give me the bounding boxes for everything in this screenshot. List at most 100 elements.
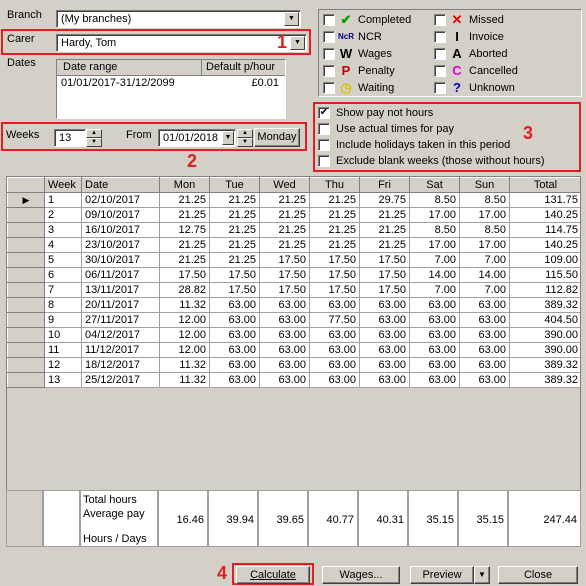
table-cell[interactable]: 63.00 [259, 312, 310, 328]
include-holidays-checkbox[interactable] [318, 139, 330, 151]
row-indicator[interactable] [7, 237, 45, 253]
status-waiting[interactable]: ◷ Waiting [323, 79, 394, 96]
table-cell[interactable]: 30/10/2017 [81, 252, 160, 268]
table-cell[interactable]: 17.50 [359, 267, 410, 283]
column-header-sun[interactable]: Sun [459, 177, 510, 193]
table-row[interactable]: 12 18/12/2017 11.32 63.00 63.00 63.00 63.00 63.… [7, 357, 580, 373]
table-cell[interactable]: 63.00 [409, 327, 460, 343]
table-cell[interactable]: 9 [44, 312, 82, 328]
table-cell[interactable]: 21.25 [259, 192, 310, 208]
table-cell[interactable]: 21.25 [259, 207, 310, 223]
table-cell[interactable]: 17.50 [159, 267, 210, 283]
branch-select[interactable]: (My branches) ▼ [56, 10, 301, 28]
table-cell[interactable]: 11.32 [159, 297, 210, 313]
carer-select[interactable]: Hardy, Tom ▼ [56, 34, 307, 52]
table-cell[interactable]: 6 [44, 267, 82, 283]
table-cell[interactable]: 7.00 [409, 252, 460, 268]
table-cell[interactable]: 63.00 [459, 297, 510, 313]
table-cell[interactable]: 21.25 [309, 192, 360, 208]
row-indicator[interactable] [7, 222, 45, 238]
table-cell[interactable]: 17.50 [309, 282, 360, 298]
table-cell[interactable]: 8.50 [459, 222, 510, 238]
table-cell[interactable]: 63.00 [309, 327, 360, 343]
column-header-wed[interactable]: Wed [259, 177, 310, 193]
monday-button[interactable]: Monday [254, 128, 300, 147]
status-completed[interactable]: ✔ Completed [323, 11, 411, 28]
table-cell[interactable]: 21.25 [259, 222, 310, 238]
chevron-down-icon[interactable]: ▼ [222, 131, 234, 145]
table-cell[interactable]: 63.00 [459, 357, 510, 373]
current-row-arrow-icon[interactable]: ▶ [7, 192, 45, 208]
table-cell[interactable]: 10 [44, 327, 82, 343]
table-row[interactable]: ▶ 1 02/10/2017 21.25 21.25 21.25 21.25 29.75 8.5… [7, 192, 580, 208]
exclude-blank-checkbox[interactable] [318, 155, 330, 167]
table-cell[interactable]: 8 [44, 297, 82, 313]
table-cell[interactable]: 17.50 [259, 282, 310, 298]
table-cell[interactable]: 63.00 [209, 372, 260, 388]
column-header-mon[interactable]: Mon [159, 177, 210, 193]
option-include-holidays[interactable]: Include holidays taken in this period [318, 137, 510, 153]
table-cell[interactable]: 115.50 [509, 267, 580, 283]
table-cell[interactable]: 63.00 [209, 297, 260, 313]
table-cell[interactable]: 63.00 [359, 297, 410, 313]
status-aborted[interactable]: A Aborted [434, 45, 508, 62]
table-cell[interactable]: 27/11/2017 [81, 312, 160, 328]
table-cell[interactable]: 63.00 [209, 327, 260, 343]
table-cell[interactable]: 7.00 [459, 252, 510, 268]
table-row[interactable]: 10 04/12/2017 12.00 63.00 63.00 63.00 63.00 63.… [7, 327, 580, 343]
table-cell[interactable]: 17.00 [409, 237, 460, 253]
table-cell[interactable]: 63.00 [209, 357, 260, 373]
preview-button[interactable]: Preview [410, 566, 474, 584]
table-cell[interactable]: 63.00 [259, 372, 310, 388]
table-cell[interactable]: 389.32 [509, 297, 580, 313]
table-cell[interactable]: 7.00 [459, 282, 510, 298]
table-cell[interactable]: 12.00 [159, 327, 210, 343]
table-cell[interactable]: 21.25 [309, 237, 360, 253]
invoice-checkbox[interactable] [434, 30, 446, 43]
row-indicator[interactable] [7, 297, 45, 313]
table-cell[interactable]: 63.00 [409, 357, 460, 373]
table-cell[interactable]: 16/10/2017 [81, 222, 160, 238]
table-cell[interactable]: 21.25 [309, 207, 360, 223]
date-range-header[interactable]: Date range [57, 60, 202, 75]
table-cell[interactable]: 63.00 [259, 327, 310, 343]
table-cell[interactable]: 390.00 [509, 327, 580, 343]
table-row[interactable]: 4 23/10/2017 21.25 21.25 21.25 21.25 21.25 17.0… [7, 237, 580, 253]
table-cell[interactable]: 11 [44, 342, 82, 358]
close-button[interactable]: Close [498, 566, 578, 584]
show-pay-checkbox[interactable]: ✔ [318, 107, 330, 119]
spin-up-icon[interactable]: ▲ [237, 129, 253, 138]
table-cell[interactable]: 17.50 [359, 282, 410, 298]
table-cell[interactable]: 21.25 [259, 237, 310, 253]
table-cell[interactable]: 390.00 [509, 342, 580, 358]
status-penalty[interactable]: P Penalty [323, 62, 395, 79]
table-cell[interactable]: 11/12/2017 [81, 342, 160, 358]
option-exclude-blank[interactable]: Exclude blank weeks (those without hours… [318, 153, 545, 169]
table-cell[interactable]: 12.00 [159, 312, 210, 328]
table-cell[interactable]: 04/12/2017 [81, 327, 160, 343]
table-cell[interactable]: 18/12/2017 [81, 357, 160, 373]
status-cancelled[interactable]: C Cancelled [434, 62, 518, 79]
table-row[interactable]: 5 30/10/2017 21.25 21.25 17.50 17.50 17.50 7.00… [7, 252, 580, 268]
table-cell[interactable]: 11.32 [159, 372, 210, 388]
calculate-button[interactable]: Calculate [236, 566, 310, 584]
table-cell[interactable]: 389.32 [509, 372, 580, 388]
table-cell[interactable]: 21.25 [359, 222, 410, 238]
table-cell[interactable]: 14.00 [459, 267, 510, 283]
table-cell[interactable]: 12 [44, 357, 82, 373]
table-cell[interactable]: 20/11/2017 [81, 297, 160, 313]
table-cell[interactable]: 21.25 [359, 237, 410, 253]
table-cell[interactable]: 11.32 [159, 357, 210, 373]
table-cell[interactable]: 63.00 [459, 342, 510, 358]
waiting-checkbox[interactable] [323, 81, 335, 94]
table-cell[interactable]: 17.00 [459, 207, 510, 223]
table-cell[interactable]: 17.50 [209, 282, 260, 298]
column-header-tue[interactable]: Tue [209, 177, 260, 193]
table-cell[interactable]: 25/12/2017 [81, 372, 160, 388]
table-cell[interactable]: 63.00 [409, 342, 460, 358]
spin-up-icon[interactable]: ▲ [86, 129, 102, 138]
table-cell[interactable]: 63.00 [259, 357, 310, 373]
spin-down-icon[interactable]: ▼ [86, 138, 102, 147]
table-cell[interactable]: 63.00 [309, 342, 360, 358]
table-cell[interactable]: 63.00 [359, 312, 410, 328]
